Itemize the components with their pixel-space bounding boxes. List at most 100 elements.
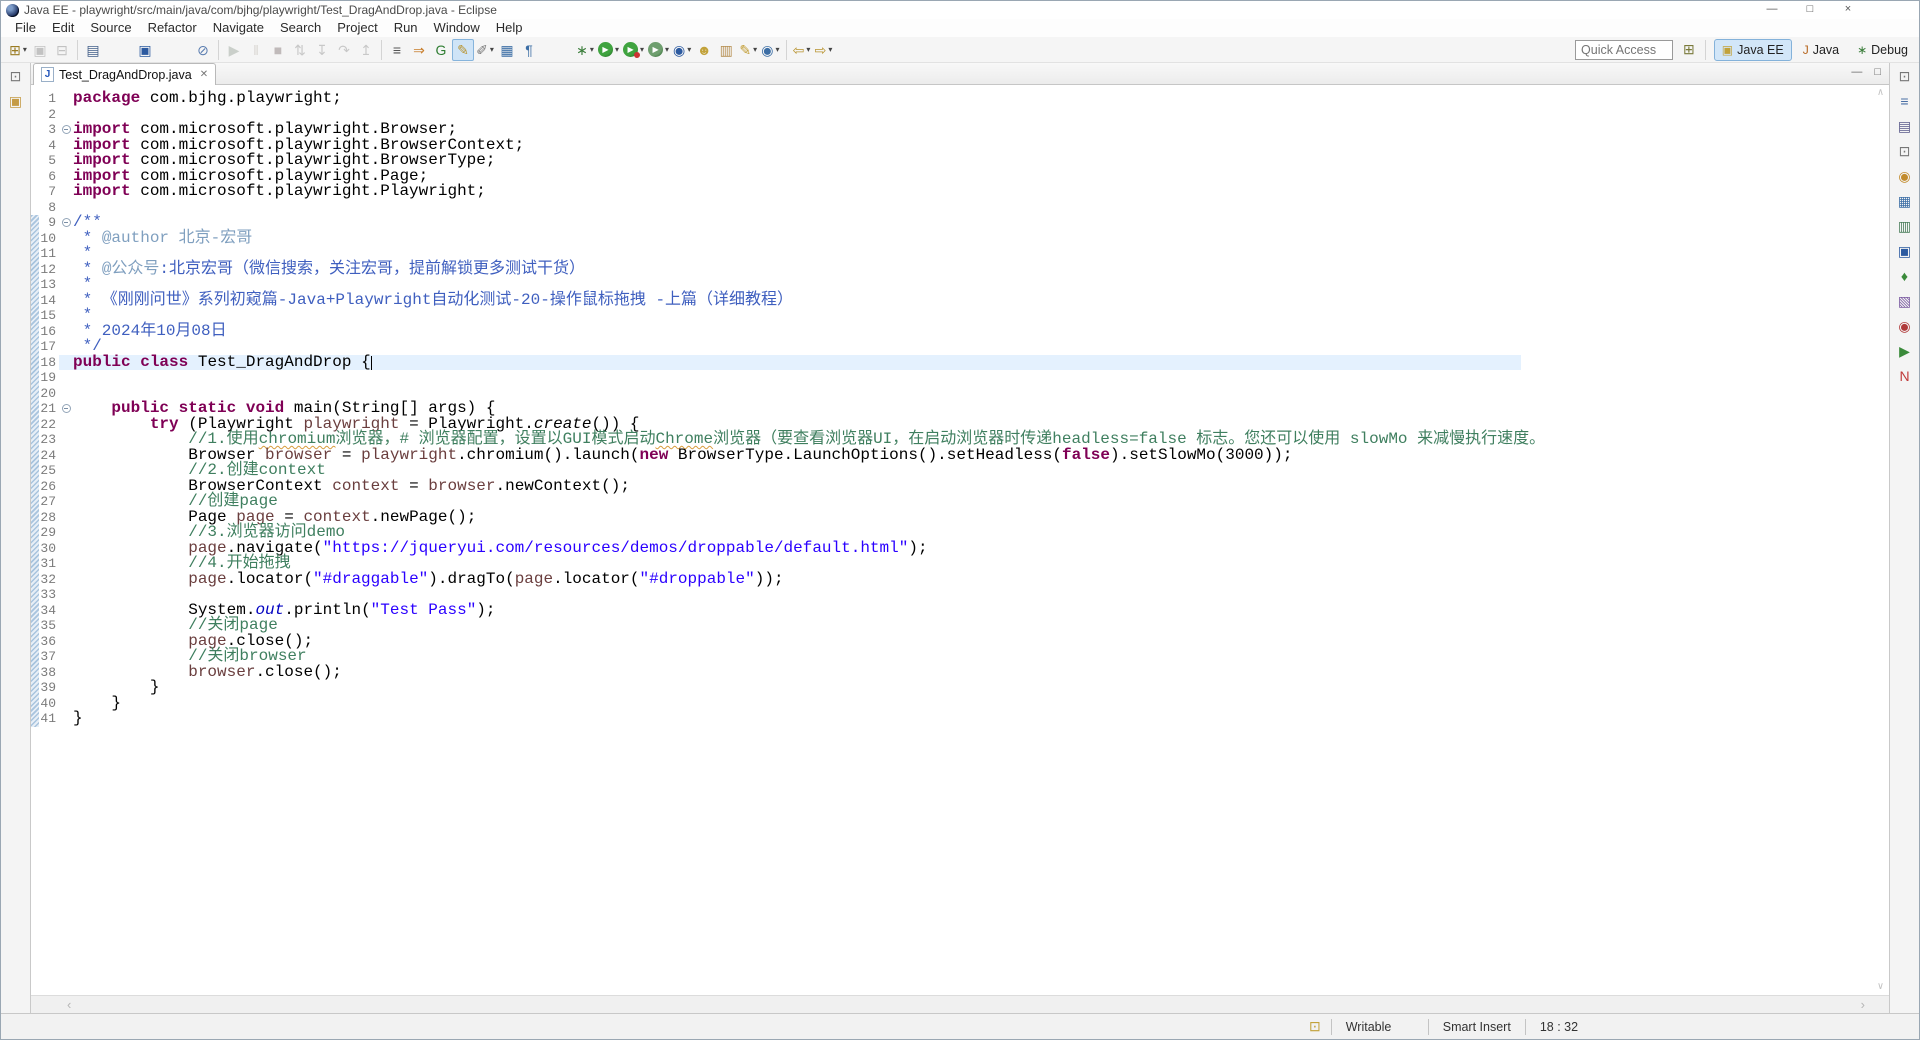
- annotate-button[interactable]: ✎▾: [737, 39, 759, 61]
- open-task-button[interactable]: ▥: [715, 39, 737, 61]
- code-line[interactable]: 38 browser.close();: [31, 665, 1889, 681]
- close-button[interactable]: ×: [1829, 1, 1867, 19]
- code-line[interactable]: 9/**: [31, 215, 1889, 231]
- perspective-java-ee[interactable]: ▣Java EE: [1714, 39, 1792, 61]
- code-line[interactable]: 41}: [31, 711, 1889, 727]
- chevron-down-icon[interactable]: ▾: [665, 45, 669, 54]
- task-list-view-icon[interactable]: ▤: [1898, 118, 1911, 134]
- new-web-service-button[interactable]: ◉▾: [671, 39, 693, 61]
- debug-button[interactable]: ∗▾: [574, 39, 596, 61]
- code-line[interactable]: 30 page.navigate("https://jqueryui.com/r…: [31, 541, 1889, 557]
- table-view-icon[interactable]: ▦: [1898, 193, 1911, 209]
- menu-navigate[interactable]: Navigate: [205, 19, 272, 37]
- restore-view-2-icon[interactable]: ⊡: [1899, 143, 1911, 159]
- vertical-scrollbar[interactable]: ∧∨: [1872, 85, 1889, 995]
- problems-view-icon[interactable]: ◉: [1898, 318, 1910, 334]
- code-editor[interactable]: 1package com.bjhg.playwright;23import co…: [31, 85, 1889, 995]
- step-into-button[interactable]: ↧: [311, 39, 333, 61]
- restore-view-icon[interactable]: ⊡: [1899, 68, 1911, 84]
- tab-test-draganddrop[interactable]: J Test_DragAndDrop.java ✕: [33, 63, 216, 85]
- search-view-icon[interactable]: ◉: [1898, 168, 1910, 184]
- coverage-button[interactable]: ▶▾: [621, 39, 646, 61]
- open-console-button[interactable]: ▣: [134, 39, 156, 61]
- code-line[interactable]: 1package com.bjhg.playwright;: [31, 91, 1889, 107]
- code-line[interactable]: 19: [31, 370, 1889, 386]
- testng-view-icon[interactable]: N: [1899, 368, 1909, 384]
- chevron-down-icon[interactable]: ▾: [640, 45, 644, 54]
- code-line[interactable]: 36 page.close();: [31, 634, 1889, 650]
- menu-help[interactable]: Help: [488, 19, 531, 37]
- save-all-button[interactable]: ⊟: [51, 39, 73, 61]
- menu-edit[interactable]: Edit: [44, 19, 82, 37]
- resume-button[interactable]: ▶: [223, 39, 245, 61]
- menu-project[interactable]: Project: [329, 19, 385, 37]
- show-source-lines-button[interactable]: ≡: [386, 39, 408, 61]
- fold-collapse-icon[interactable]: [62, 404, 71, 413]
- menu-refactor[interactable]: Refactor: [140, 19, 205, 37]
- servers-view-icon[interactable]: ▶: [1899, 343, 1910, 359]
- step-return-button[interactable]: ↥: [355, 39, 377, 61]
- menu-run[interactable]: Run: [386, 19, 426, 37]
- new-wizard-button[interactable]: ⊞▾: [7, 39, 29, 61]
- next-annotation-button[interactable]: ✐▾: [474, 39, 496, 61]
- scroll-right-icon[interactable]: ›: [1861, 997, 1865, 1012]
- code-line[interactable]: 40 }: [31, 696, 1889, 712]
- show-whitespace-button[interactable]: ¶: [518, 39, 540, 61]
- perspective-debug[interactable]: ∗Debug: [1850, 39, 1915, 61]
- outline-view-icon[interactable]: ≡: [1900, 93, 1908, 109]
- menu-file[interactable]: File: [7, 19, 44, 37]
- use-step-filters-button[interactable]: ⇒: [408, 39, 430, 61]
- fold-collapse-icon[interactable]: [62, 125, 71, 134]
- code-line[interactable]: 14 * 《刚刚问世》系列初窥篇-Java+Playwright自动化测试-20…: [31, 293, 1889, 309]
- code-line[interactable]: 18public class Test_DragAndDrop {: [31, 355, 1889, 371]
- package-explorer-icon[interactable]: ▣: [9, 93, 22, 109]
- maximize-editor-button[interactable]: □: [1874, 66, 1881, 78]
- chevron-down-icon[interactable]: ▾: [590, 45, 594, 54]
- palette-view-icon[interactable]: ♦: [1901, 268, 1908, 284]
- properties-view-icon[interactable]: ▥: [1898, 218, 1911, 234]
- minimize-editor-button[interactable]: —: [1851, 66, 1862, 78]
- code-line[interactable]: 10 * @author 北京-宏哥: [31, 231, 1889, 247]
- open-web-browser-button[interactable]: ◉▾: [759, 39, 781, 61]
- scroll-up-icon[interactable]: ∧: [1877, 87, 1883, 99]
- tab-close-icon[interactable]: ✕: [200, 69, 208, 80]
- chevron-down-icon[interactable]: ▾: [490, 45, 494, 54]
- coverage-last-session-button[interactable]: G: [430, 39, 452, 61]
- snippets-view-icon[interactable]: ▧: [1898, 293, 1911, 309]
- perspective-java[interactable]: JJava: [1796, 39, 1846, 61]
- console-view-icon[interactable]: ▣: [1898, 243, 1911, 259]
- forward-history-button[interactable]: ⇨▾: [813, 39, 835, 61]
- chevron-down-icon[interactable]: ▾: [753, 45, 757, 54]
- menu-source[interactable]: Source: [82, 19, 139, 37]
- print-button[interactable]: ▤: [82, 39, 104, 61]
- chevron-down-icon[interactable]: ▾: [687, 45, 691, 54]
- menu-search[interactable]: Search: [272, 19, 329, 37]
- code-line[interactable]: 12 * @公众号:北京宏哥（微信搜索，关注宏哥，提前解锁更多测试干货）: [31, 262, 1889, 278]
- show-view-table-button[interactable]: ▦: [496, 39, 518, 61]
- run-button[interactable]: ▶▾: [596, 39, 621, 61]
- quick-access-input[interactable]: [1575, 40, 1673, 60]
- back-history-button[interactable]: ⇦▾: [791, 39, 813, 61]
- chevron-down-icon[interactable]: ▾: [776, 45, 780, 54]
- team-sync-button[interactable]: ☻: [693, 39, 715, 61]
- code-line[interactable]: 16 * 2024年10月08日: [31, 324, 1889, 340]
- external-tools-button[interactable]: ▶▾: [646, 39, 671, 61]
- mark-occurrences-button[interactable]: ✎: [452, 39, 474, 61]
- skip-all-breakpoints-button[interactable]: ⊘: [192, 39, 214, 61]
- suspend-button[interactable]: ‖: [245, 39, 267, 61]
- scroll-down-icon[interactable]: ∨: [1877, 981, 1883, 993]
- chevron-down-icon[interactable]: ▾: [23, 45, 27, 54]
- menu-window[interactable]: Window: [426, 19, 488, 37]
- terminate-button[interactable]: ■: [267, 39, 289, 61]
- fold-collapse-icon[interactable]: [62, 218, 71, 227]
- scroll-left-icon[interactable]: ‹: [67, 997, 71, 1012]
- step-over-button[interactable]: ↷: [333, 39, 355, 61]
- code-line[interactable]: 15 *: [31, 308, 1889, 324]
- chevron-down-icon[interactable]: ▾: [828, 45, 832, 54]
- open-perspective-button[interactable]: ⊞: [1683, 41, 1695, 58]
- code-line[interactable]: 7import com.microsoft.playwright.Playwri…: [31, 184, 1889, 200]
- disconnect-button[interactable]: ⇅: [289, 39, 311, 61]
- save-button[interactable]: ▣: [29, 39, 51, 61]
- code-line[interactable]: 8: [31, 200, 1889, 216]
- horizontal-scrollbar[interactable]: ‹ ›: [31, 995, 1889, 1013]
